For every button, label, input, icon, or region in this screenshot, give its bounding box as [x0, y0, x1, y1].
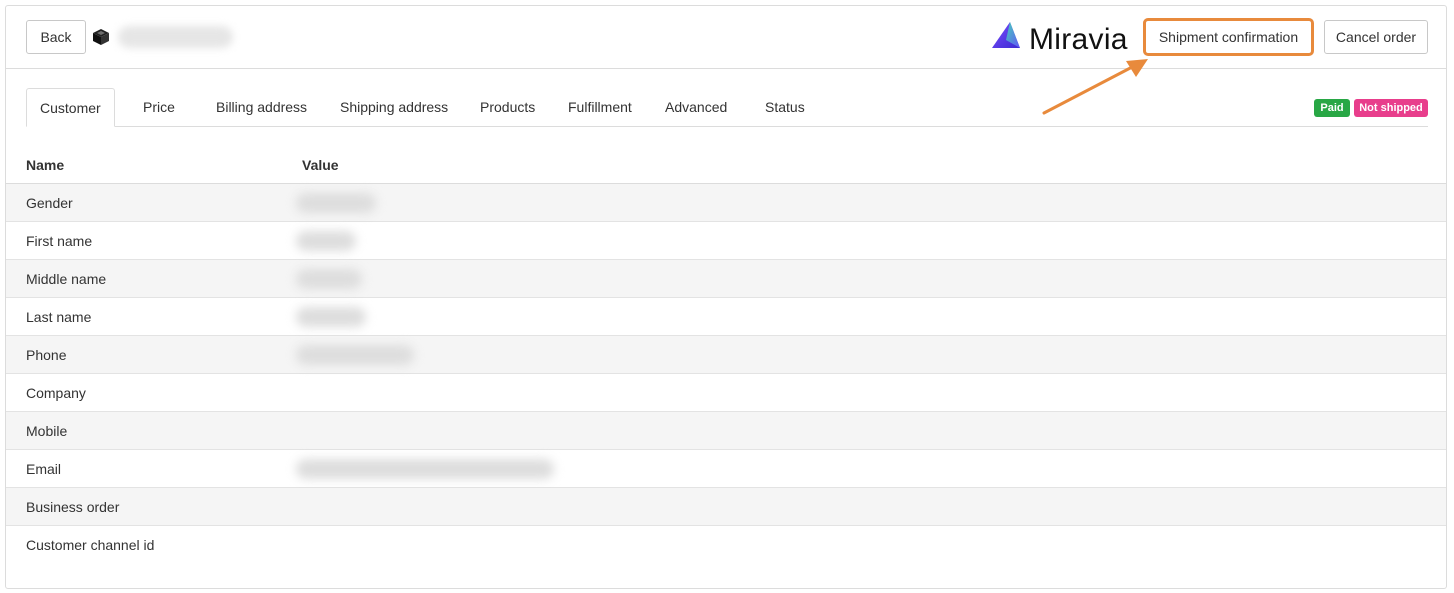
redacted-value	[296, 269, 362, 289]
row-label: Business order	[26, 499, 120, 515]
cancel-order-button[interactable]: Cancel order	[1324, 20, 1428, 54]
package-icon	[93, 29, 109, 45]
redacted-value	[296, 345, 414, 365]
tab-bar: Customer Price Billing address Shipping …	[26, 88, 1428, 127]
tab-customer[interactable]: Customer	[26, 88, 115, 127]
table-row: Customer channel id	[6, 526, 1446, 564]
row-label: Email	[26, 461, 62, 477]
tab-fulfillment[interactable]: Fulfillment	[568, 88, 632, 126]
back-button[interactable]: Back	[26, 20, 86, 54]
order-panel: Back Miravia Shipment confirmation Cance…	[5, 5, 1447, 589]
row-label: Gender	[26, 195, 73, 211]
row-label: Phone	[26, 347, 67, 363]
order-header: Back Miravia Shipment confirmation Cance…	[6, 6, 1446, 69]
tab-billing-address[interactable]: Billing address	[216, 88, 307, 126]
order-number-redacted	[118, 26, 233, 48]
row-label: Middle name	[26, 271, 107, 287]
redacted-value	[296, 231, 356, 251]
column-header-value: Value	[302, 157, 339, 173]
table-row: Middle name	[6, 260, 1446, 298]
status-badge-not-shipped: Not shipped	[1354, 99, 1428, 117]
tab-advanced[interactable]: Advanced	[665, 88, 727, 126]
table-row: Mobile	[6, 412, 1446, 450]
row-label: Last name	[26, 309, 92, 325]
redacted-value	[296, 459, 554, 479]
row-label: Customer channel id	[26, 537, 155, 553]
redacted-value	[296, 193, 376, 213]
table-row: Gender	[6, 184, 1446, 222]
redacted-value	[296, 307, 366, 327]
row-label: Company	[26, 385, 86, 401]
table-row: Email	[6, 450, 1446, 488]
tab-price[interactable]: Price	[143, 88, 175, 126]
status-badge-paid: Paid	[1314, 99, 1350, 117]
table-row: Company	[6, 374, 1446, 412]
shipment-confirmation-button[interactable]: Shipment confirmation	[1143, 18, 1314, 56]
row-label: First name	[26, 233, 93, 249]
tab-shipping-address[interactable]: Shipping address	[340, 88, 448, 126]
row-label: Mobile	[26, 423, 68, 439]
table-row: Business order	[6, 488, 1446, 526]
column-header-name: Name	[26, 157, 65, 173]
table-row: Last name	[6, 298, 1446, 336]
tab-status[interactable]: Status	[765, 88, 805, 126]
table-row: First name	[6, 222, 1446, 260]
tab-products[interactable]: Products	[480, 88, 535, 126]
table-row: Phone	[6, 336, 1446, 374]
